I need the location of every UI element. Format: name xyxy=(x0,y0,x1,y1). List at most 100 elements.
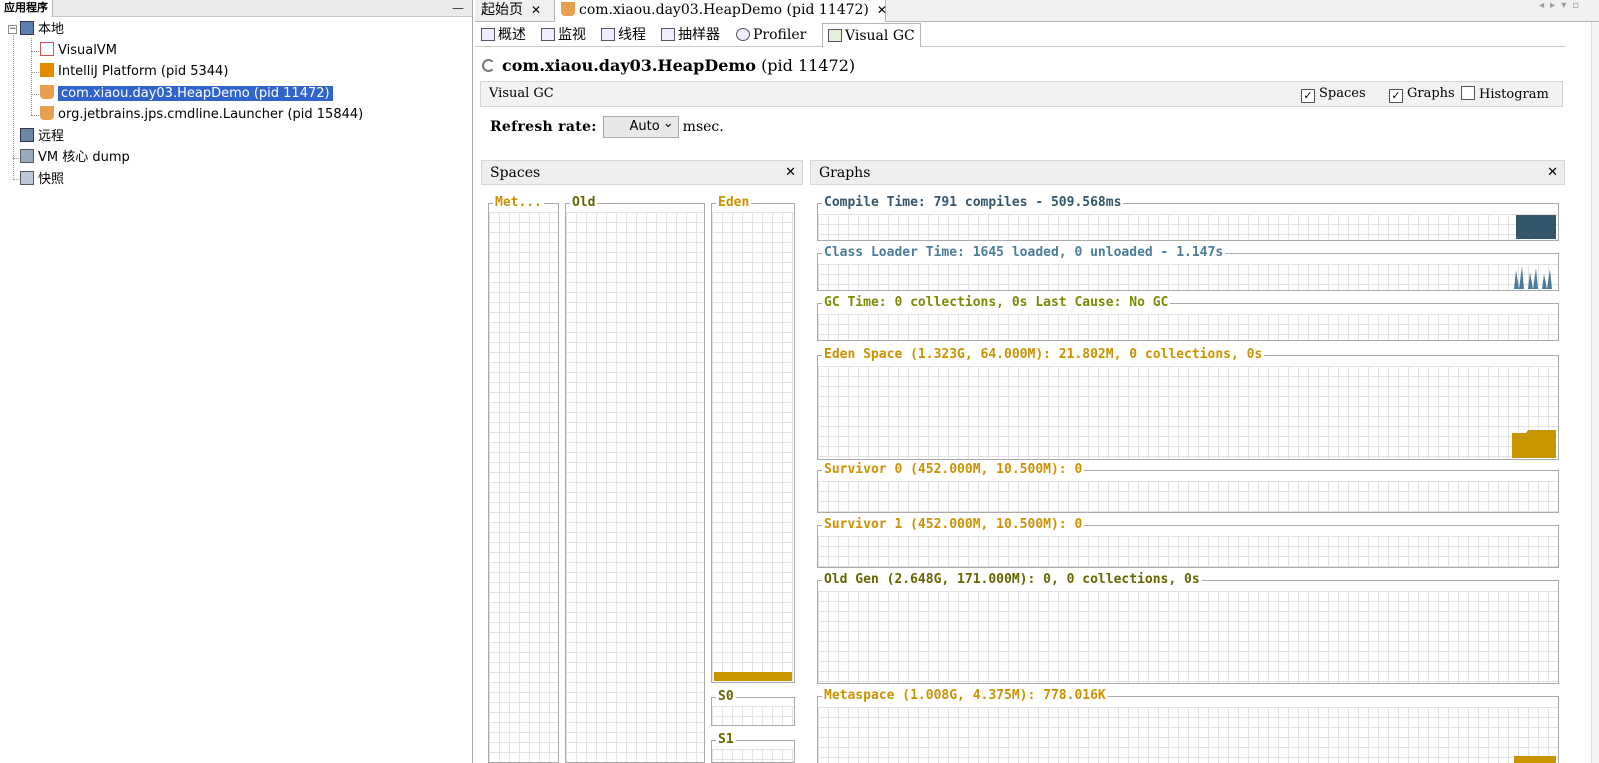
loading-icon xyxy=(482,59,495,72)
applications-tab[interactable]: 应用程序 xyxy=(0,0,53,17)
monitor-icon xyxy=(541,28,555,41)
selected-label: com.xiaou.day03.HeapDemo (pid 11472) xyxy=(58,86,333,101)
refresh-rate-row: Refresh rate: Automsec. xyxy=(490,114,724,138)
tree-line xyxy=(31,72,39,73)
compile-time-series xyxy=(1516,215,1556,239)
tree-node-vm-dump[interactable]: VM 核心 dump xyxy=(20,147,130,168)
collapse-toggle[interactable]: − xyxy=(8,25,17,34)
metaspace-graph-label: Metaspace (1.008G, 4.375M): 778.016K xyxy=(822,688,1108,703)
s0-space-grid xyxy=(712,706,794,725)
close-icon[interactable]: ✕ xyxy=(531,3,541,17)
close-icon[interactable]: ✕ xyxy=(1547,161,1558,185)
tab-visual-gc[interactable]: Visual GC xyxy=(822,23,921,47)
s1-space-box: S1 xyxy=(711,732,795,763)
visual-gc-icon xyxy=(828,29,842,42)
refresh-rate-unit: msec. xyxy=(682,119,724,135)
gc-time-grid xyxy=(818,314,1558,340)
eden-space-grid xyxy=(712,212,794,682)
close-icon[interactable]: ✕ xyxy=(877,3,887,17)
java-cup-icon xyxy=(40,85,54,99)
old-space-box: Old xyxy=(565,195,705,763)
core-dump-icon xyxy=(20,149,34,163)
tree-line xyxy=(31,51,39,52)
survivor1-grid xyxy=(818,536,1558,567)
java-cup-icon xyxy=(561,2,575,16)
tab-sampler[interactable]: 抽样器 xyxy=(661,23,720,47)
close-icon[interactable]: ✕ xyxy=(785,161,796,185)
intellij-icon xyxy=(40,63,54,77)
s0-space-label: S0 xyxy=(716,689,736,704)
vertical-scrollbar[interactable] xyxy=(1591,22,1599,763)
eden-graph-grid xyxy=(818,366,1558,459)
tab-profiler[interactable]: Profiler xyxy=(736,23,806,47)
tab-overview[interactable]: 概述 xyxy=(481,23,526,47)
survivor1-label: Survivor 1 (452.000M, 10.500M): 0 xyxy=(822,517,1085,532)
sampler-icon xyxy=(661,28,675,41)
metaspace-grid xyxy=(489,212,558,762)
tab-threads[interactable]: 线程 xyxy=(601,23,646,47)
eden-graph-label: Eden Space (1.323G, 64.000M): 21.802M, 0… xyxy=(822,347,1265,362)
visualvm-icon xyxy=(40,42,54,56)
metaspace-graph: Metaspace (1.008G, 4.375M): 778.016K xyxy=(817,688,1559,763)
metaspace-space-label: Met... xyxy=(493,195,544,210)
refresh-rate-select[interactable]: Auto xyxy=(602,114,679,138)
profiler-clock-icon xyxy=(736,28,750,41)
tree-item-intellij[interactable]: IntelliJ Platform (pid 5344) xyxy=(40,61,228,82)
applications-panel: 应用程序 — − 本地 VisualVM IntelliJ Platform (… xyxy=(0,0,473,763)
tree-node-remote[interactable]: 远程 xyxy=(20,126,64,147)
tree-line xyxy=(31,94,39,95)
spaces-checkbox[interactable]: ✓ Spaces xyxy=(1301,86,1366,103)
checkbox-checked-icon: ✓ xyxy=(1389,89,1403,103)
class-loader-label: Class Loader Time: 1645 loaded, 0 unload… xyxy=(822,245,1226,260)
visual-gc-options-bar: Visual GC ✓ Spaces ✓ Graphs Histogram xyxy=(480,81,1563,107)
compile-time-graph: Compile Time: 791 compiles - 509.568ms xyxy=(817,195,1559,241)
tree-node-local[interactable]: 本地 xyxy=(20,19,64,40)
tree-line xyxy=(31,115,39,116)
old-gen-label: Old Gen (2.648G, 171.000M): 0, 0 collect… xyxy=(822,572,1202,587)
gc-time-label: GC Time: 0 collections, 0s Last Cause: N… xyxy=(822,295,1171,310)
tree-line xyxy=(31,38,32,115)
computer-icon xyxy=(20,21,34,35)
view-tab-bar: 概述 监视 线程 抽样器 Profiler Visual GC xyxy=(475,23,1565,47)
tree-node-snapshots[interactable]: 快照 xyxy=(20,169,64,190)
applications-tab-bar: 应用程序 — xyxy=(0,0,472,17)
class-loader-grid xyxy=(818,264,1558,290)
survivor0-graph: Survivor 0 (452.000M, 10.500M): 0 xyxy=(817,462,1559,513)
tab-start-page[interactable]: 起始页 ✕ xyxy=(475,0,555,22)
page-title: com.xiaou.day03.HeapDemo (pid 11472) xyxy=(482,56,855,75)
class-loader-graph: Class Loader Time: 1645 loaded, 0 unload… xyxy=(817,245,1559,291)
java-cup-icon xyxy=(40,106,54,120)
tab-navigation-icons[interactable]: ◂▸▾▫ xyxy=(1539,0,1585,11)
spaces-panel-header: Spaces ✕ xyxy=(481,160,803,185)
tree-item-launcher[interactable]: org.jetbrains.jps.cmdline.Launcher (pid … xyxy=(40,104,363,125)
old-gen-grid xyxy=(818,591,1558,683)
document-area: 起始页 ✕ com.xiaou.day03.HeapDemo (pid 11472… xyxy=(475,0,1599,763)
histogram-checkbox[interactable]: Histogram xyxy=(1461,86,1549,102)
tree-line xyxy=(13,32,14,178)
compile-time-grid xyxy=(818,214,1558,240)
tab-heapdemo[interactable]: com.xiaou.day03.HeapDemo (pid 11472) ✕ xyxy=(555,0,887,22)
graphs-checkbox[interactable]: ✓ Graphs xyxy=(1389,86,1455,103)
survivor1-graph: Survivor 1 (452.000M, 10.500M): 0 xyxy=(817,517,1559,568)
compile-time-label: Compile Time: 791 compiles - 509.568ms xyxy=(822,195,1124,210)
remote-host-icon xyxy=(20,128,34,142)
refresh-rate-label: Refresh rate: xyxy=(490,119,597,135)
tree-item-visualvm[interactable]: VisualVM xyxy=(40,40,117,61)
survivor0-grid xyxy=(818,481,1558,512)
s1-space-grid xyxy=(712,749,794,762)
old-gen-graph: Old Gen (2.648G, 171.000M): 0, 0 collect… xyxy=(817,572,1559,684)
tree-item-heapdemo[interactable]: com.xiaou.day03.HeapDemo (pid 11472) xyxy=(40,83,333,104)
eden-space-usage-bar xyxy=(714,672,792,681)
s1-space-label: S1 xyxy=(716,732,736,747)
class-loader-series xyxy=(1514,266,1556,289)
checkbox-unchecked-icon xyxy=(1461,86,1475,100)
document-tab-bar: 起始页 ✕ com.xiaou.day03.HeapDemo (pid 11472… xyxy=(475,0,1599,22)
old-space-grid xyxy=(566,212,704,762)
threads-icon xyxy=(601,28,615,41)
checkbox-checked-icon: ✓ xyxy=(1301,89,1315,103)
tab-monitor[interactable]: 监视 xyxy=(541,23,586,47)
eden-graph-series xyxy=(1512,430,1556,458)
minimize-button[interactable]: — xyxy=(452,2,464,14)
visual-gc-label: Visual GC xyxy=(489,86,554,101)
overview-icon xyxy=(481,28,495,41)
